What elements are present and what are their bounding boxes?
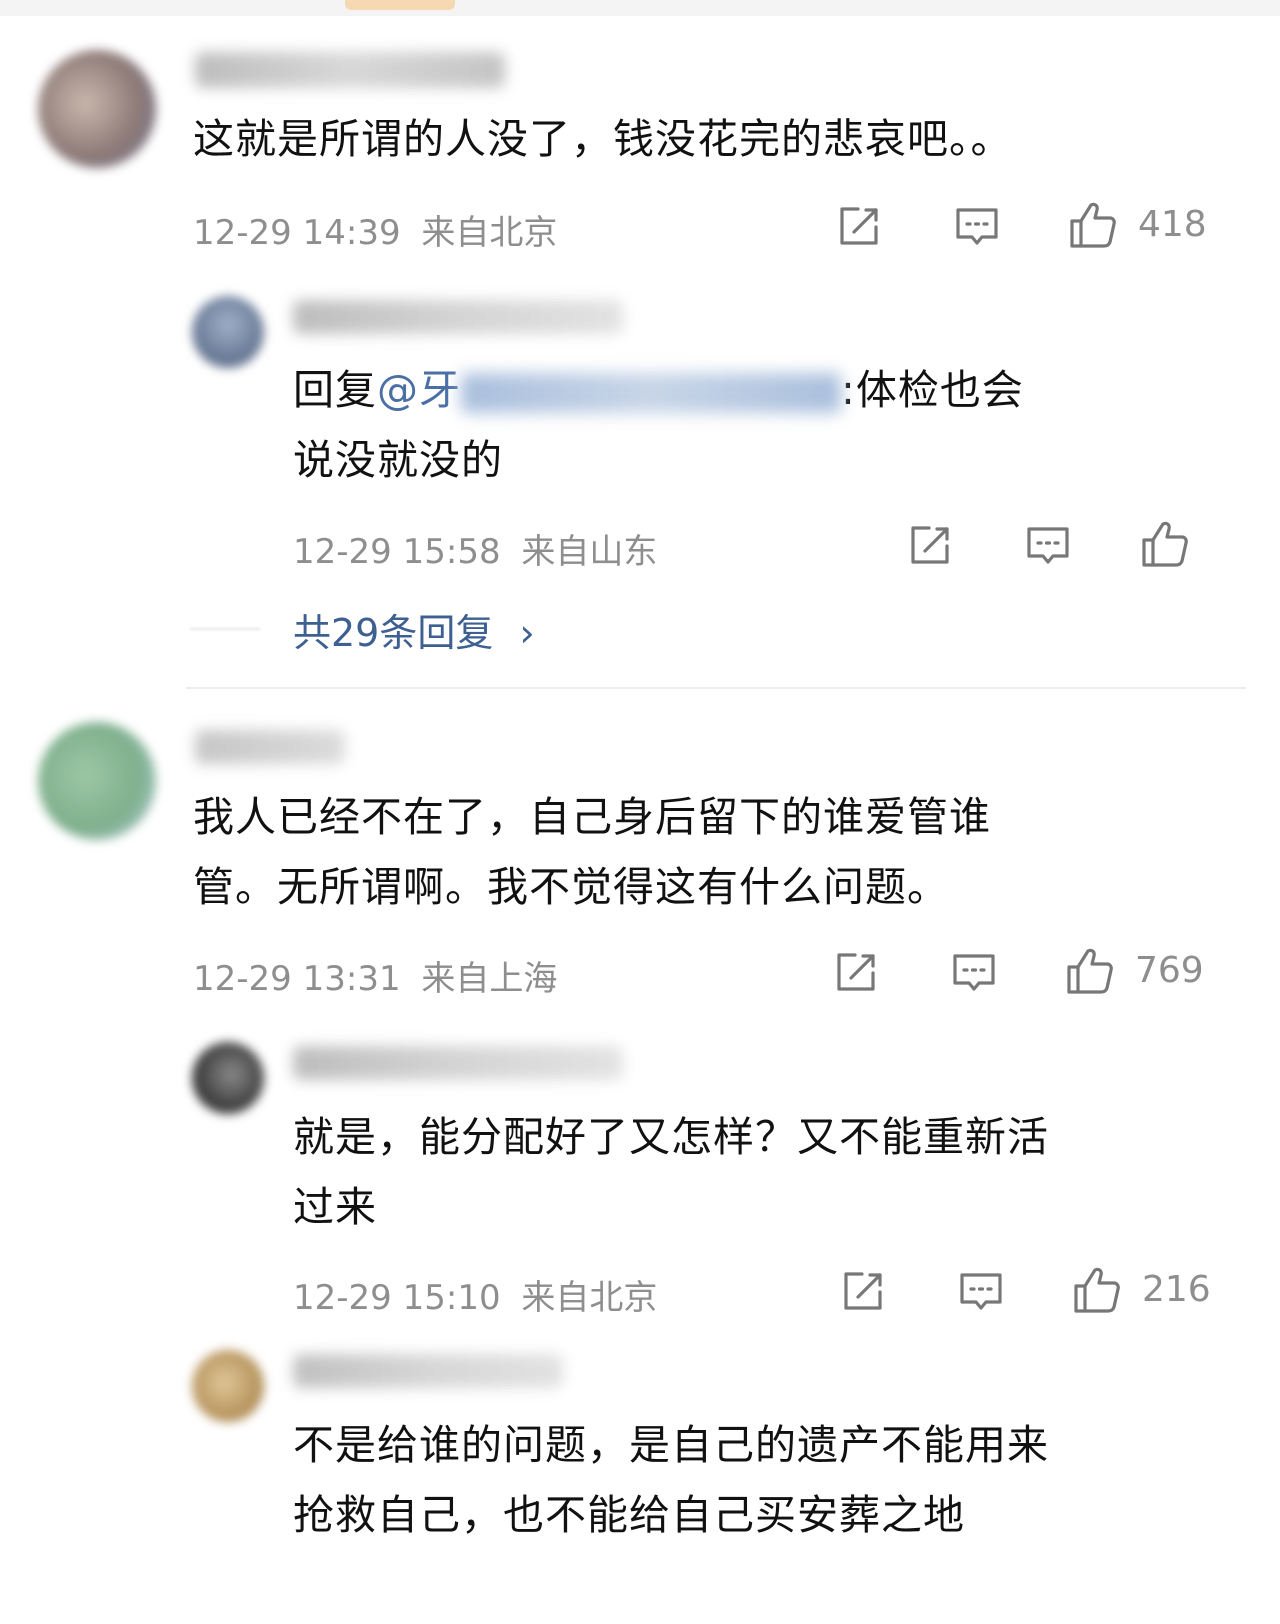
reply-text-line1: 就是，能分配好了又怎样？又不能重新活 [293, 1113, 1049, 1161]
comment-location: 来自上海 [421, 959, 558, 999]
comment-meta: 12-29 14:39 来自北京 [193, 205, 557, 254]
comment-text: 我人已经不在了，自己身后留下的谁爱管谁 管。无所谓啊。我不觉得这有什么问题。 [193, 782, 1193, 922]
username[interactable] [293, 1354, 563, 1388]
avatar[interactable] [192, 1350, 264, 1422]
comment-time: 12-29 13:31 [193, 959, 401, 999]
reply-location: 来自山东 [521, 532, 658, 572]
comment-time: 12-29 14:39 [193, 213, 401, 253]
more-replies-label: 共29条回复 [293, 611, 494, 655]
comment-text-line1: 我人已经不在了，自己身后留下的谁爱管谁 [193, 793, 991, 841]
reply-thread-line [190, 628, 260, 630]
top-strip [0, 0, 1280, 16]
username[interactable] [293, 300, 623, 334]
reply-text: 不是给谁的问题，是自己的遗产不能用来 抢救自己，也不能给自己买安葬之地 [293, 1410, 1223, 1550]
reply-text-line2: 抢救自己，也不能给自己买安葬之地 [293, 1491, 965, 1539]
reply-time: 12-29 15:58 [293, 532, 501, 572]
comment-icon[interactable] [958, 1270, 1004, 1314]
reply-location: 来自北京 [521, 1278, 658, 1318]
reply-prefix: 回复 [293, 366, 377, 414]
thumbs-up-icon[interactable] [1068, 200, 1118, 250]
reply-meta: 12-29 15:58 来自山东 [293, 524, 657, 573]
comment-location: 来自北京 [421, 213, 558, 253]
reply-text-after: :体检也会 [841, 366, 1024, 414]
reply-text-line2: 说没就没的 [293, 436, 503, 484]
comment-icon[interactable] [954, 205, 1000, 249]
mention-link-blurred[interactable] [461, 373, 841, 413]
reply-text-line2: 过来 [293, 1183, 377, 1231]
comment-icon[interactable] [951, 951, 997, 995]
reply-text: 回复@牙 :体检也会 说没就没的 [293, 355, 1223, 495]
comment-text-line2: 管。无所谓啊。我不觉得这有什么问题。 [193, 863, 949, 911]
reply-text: 就是，能分配好了又怎样？又不能重新活 过来 [293, 1102, 1223, 1242]
username[interactable] [293, 1046, 623, 1080]
avatar[interactable] [192, 296, 264, 368]
reply-time: 12-29 15:10 [293, 1278, 501, 1318]
avatar[interactable] [38, 50, 156, 168]
reply-meta: 12-29 15:10 来自北京 [293, 1270, 657, 1319]
username[interactable] [195, 52, 505, 88]
avatar[interactable] [38, 722, 156, 840]
comment-text: 这就是所谓的人没了，钱没花完的悲哀吧。。 [193, 115, 1013, 163]
comment-meta: 12-29 13:31 来自上海 [193, 951, 557, 1000]
mention-link[interactable]: @牙 [377, 366, 461, 414]
thumbs-up-icon[interactable] [1140, 519, 1190, 569]
thumbs-up-icon[interactable] [1065, 946, 1115, 996]
like-count: 769 [1135, 950, 1204, 991]
top-tab-indicator [345, 0, 455, 10]
share-icon[interactable] [840, 1269, 886, 1313]
chevron-right-icon: › [519, 611, 535, 655]
username[interactable] [195, 730, 345, 764]
reply-text-line1: 不是给谁的问题，是自己的遗产不能用来 [293, 1421, 1049, 1469]
comment-divider [186, 687, 1246, 689]
more-replies-link[interactable]: 共29条回复 › [293, 602, 535, 657]
like-count: 216 [1142, 1269, 1211, 1310]
avatar[interactable] [192, 1042, 264, 1114]
share-icon[interactable] [833, 950, 879, 994]
thumbs-up-icon[interactable] [1072, 1265, 1122, 1315]
like-count: 418 [1138, 204, 1207, 245]
share-icon[interactable] [836, 204, 882, 248]
comment-icon[interactable] [1025, 524, 1071, 568]
share-icon[interactable] [907, 523, 953, 567]
